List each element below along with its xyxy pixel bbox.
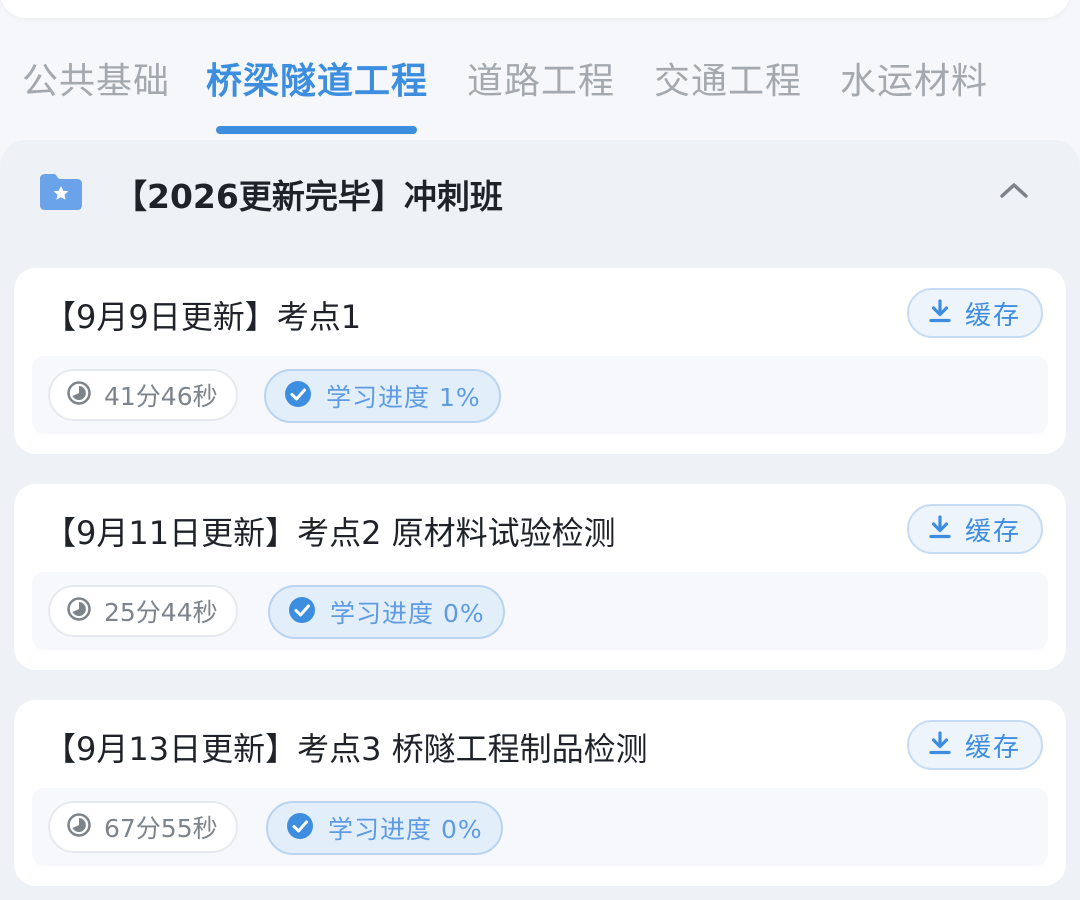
active-tab-indicator [216,126,417,134]
progress-text: 学习进度 1% [326,383,481,412]
progress-badge: 学习进度 1% [264,369,501,423]
top-card [0,0,1070,18]
check-circle-icon [286,812,314,844]
clock-icon [66,596,92,626]
lesson-card[interactable]: 【9月11日更新】考点2 原材料试验检测 缓存 25分44秒 学习进度 0% [14,484,1066,670]
clock-icon [66,812,92,842]
chevron-up-icon[interactable] [996,178,1032,206]
check-circle-icon [284,380,312,412]
duration-badge: 41分46秒 [48,369,238,421]
progress-text: 学习进度 0% [328,815,483,844]
download-icon [929,515,951,543]
folder-star-icon [40,174,82,214]
progress-badge: 学习进度 0% [268,585,505,639]
progress-badge: 学习进度 0% [266,801,503,855]
download-icon [929,731,951,759]
duration-badge: 67分55秒 [48,801,238,853]
lesson-card[interactable]: 【9月13日更新】考点3 桥隧工程制品检测 缓存 67分55秒 学习进度 0% [14,700,1066,886]
tab-waterway-materials[interactable]: 水运材料 [840,52,988,104]
cache-button[interactable]: 缓存 [907,288,1043,338]
check-circle-icon [288,596,316,628]
cache-button[interactable]: 缓存 [907,504,1043,554]
tab-bridge-tunnel[interactable]: 桥梁隧道工程 [206,52,428,104]
tab-public-foundation[interactable]: 公共基础 [22,52,170,104]
section-title: 【2026更新完毕】冲刺班 [114,177,503,216]
cache-label: 缓存 [964,732,1021,763]
duration-text: 41分46秒 [104,382,218,411]
tab-road-engineering[interactable]: 道路工程 [467,52,615,104]
section-header[interactable]: 【2026更新完毕】冲刺班 [0,140,1080,250]
cache-button[interactable]: 缓存 [907,720,1043,770]
download-icon [929,299,951,327]
lesson-meta: 67分55秒 学习进度 0% [32,788,1048,866]
lesson-title: 【9月9日更新】考点1 [44,298,362,336]
duration-text: 67分55秒 [104,814,218,843]
lesson-meta: 41分46秒 学习进度 1% [32,356,1048,434]
lesson-card[interactable]: 【9月9日更新】考点1 缓存 41分46秒 学习进度 1% [14,268,1066,454]
lesson-title: 【9月13日更新】考点3 桥隧工程制品检测 [44,730,648,768]
lesson-title: 【9月11日更新】考点2 原材料试验检测 [44,514,616,552]
duration-text: 25分44秒 [104,598,218,627]
cache-label: 缓存 [964,516,1021,547]
tab-traffic-engineering[interactable]: 交通工程 [654,52,802,104]
progress-text: 学习进度 0% [330,599,485,628]
clock-icon [66,380,92,410]
duration-badge: 25分44秒 [48,585,238,637]
lesson-meta: 25分44秒 学习进度 0% [32,572,1048,650]
category-tabs: 公共基础 桥梁隧道工程 道路工程 交通工程 水运材料 [0,40,1080,136]
cache-label: 缓存 [964,300,1021,331]
